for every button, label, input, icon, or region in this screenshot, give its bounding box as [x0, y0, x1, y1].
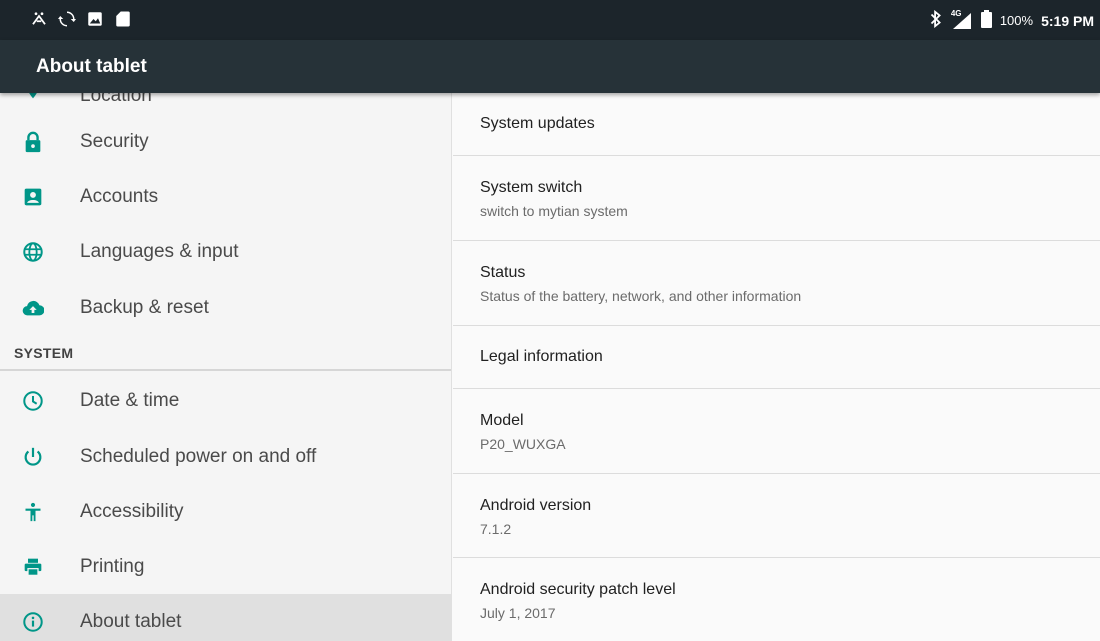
- sidebar-item-languages[interactable]: Languages & input: [0, 224, 451, 280]
- lock-icon: [22, 131, 44, 153]
- sidebar-item-label: Printing: [80, 556, 145, 577]
- cellular-signal-icon: 4G: [950, 8, 973, 30]
- row-title: Legal information: [480, 348, 603, 365]
- sidebar-item-label: Security: [80, 131, 149, 152]
- clock-icon: [22, 390, 44, 412]
- power-icon: [22, 446, 44, 468]
- row-summary: 7.1.2: [480, 521, 512, 537]
- info-icon: [22, 611, 44, 633]
- battery-percent: 100%: [999, 13, 1034, 28]
- row-title: Android version: [480, 497, 592, 514]
- sidebar-item-label: Accessibility: [80, 501, 184, 522]
- sync-icon: [58, 10, 76, 28]
- sidebar-item-label: Backup & reset: [80, 297, 209, 318]
- account-box-icon: [22, 186, 44, 208]
- row-title: Model: [480, 412, 524, 429]
- row-title: System updates: [480, 115, 595, 132]
- sidebar-item-label: Scheduled power on and off: [80, 446, 317, 467]
- image-icon: [86, 10, 104, 28]
- row-summary: P20_WUXGA: [480, 436, 566, 452]
- row-status[interactable]: Status Status of the battery, network, a…: [453, 241, 1100, 326]
- section-divider: [0, 369, 451, 371]
- printer-icon: [22, 556, 44, 578]
- row-android-version[interactable]: Android version 7.1.2: [453, 474, 1100, 558]
- status-bar: 4G 100% 5:19 PM: [0, 0, 1100, 40]
- sidebar-item-date-time[interactable]: Date & time: [0, 373, 451, 429]
- network-type-label: 4G: [950, 8, 962, 18]
- about-tablet-content: System updates System switch switch to m…: [453, 93, 1100, 641]
- row-summary: Status of the battery, network, and othe…: [480, 288, 802, 304]
- sidebar-item-label: Date & time: [80, 390, 180, 411]
- usb-debug-icon: [30, 10, 48, 28]
- sidebar-item-label: Languages & input: [80, 241, 239, 262]
- bluetooth-icon: [929, 9, 943, 31]
- cloud-upload-icon: [22, 297, 44, 319]
- row-title: System switch: [480, 179, 583, 196]
- sidebar-item-about-tablet[interactable]: About tablet: [0, 594, 451, 641]
- accessibility-icon: [22, 501, 44, 523]
- system-status: 4G 100% 5:19 PM: [929, 8, 1094, 31]
- sd-card-icon: [114, 10, 132, 28]
- row-model: Model P20_WUXGA: [453, 389, 1100, 474]
- app-bar: About tablet: [0, 40, 1100, 93]
- sidebar-item-accounts[interactable]: Accounts: [0, 169, 451, 225]
- row-summary: switch to mytian system: [480, 203, 628, 219]
- clock-time: 5:19 PM: [1041, 12, 1094, 29]
- row-title: Android security patch level: [480, 581, 676, 598]
- row-summary: July 1, 2017: [480, 605, 556, 621]
- sidebar-item-backup[interactable]: Backup & reset: [0, 280, 451, 336]
- row-system-updates[interactable]: System updates: [453, 93, 1100, 156]
- location-icon: [22, 93, 44, 101]
- sidebar-item-label: Location: [80, 93, 152, 106]
- section-header-system: SYSTEM: [14, 345, 74, 361]
- row-system-switch[interactable]: System switch switch to mytian system: [453, 156, 1100, 241]
- sidebar-item-accessibility[interactable]: Accessibility: [0, 484, 451, 540]
- battery-icon: [980, 10, 992, 31]
- sidebar-item-scheduled-power[interactable]: Scheduled power on and off: [0, 429, 451, 485]
- globe-icon: [22, 241, 44, 263]
- sidebar-item-security[interactable]: Security: [0, 114, 451, 170]
- row-security-patch-level: Android security patch level July 1, 201…: [453, 558, 1100, 641]
- row-legal-information[interactable]: Legal information: [453, 326, 1100, 389]
- settings-sidebar[interactable]: Location Security Accounts Languages & i…: [0, 93, 452, 641]
- sidebar-item-label: Accounts: [80, 186, 159, 207]
- sidebar-item-label: About tablet: [80, 611, 182, 632]
- page-title: About tablet: [36, 56, 147, 77]
- notification-icons: [30, 10, 132, 28]
- row-title: Status: [480, 264, 526, 281]
- sidebar-item-printing[interactable]: Printing: [0, 539, 451, 595]
